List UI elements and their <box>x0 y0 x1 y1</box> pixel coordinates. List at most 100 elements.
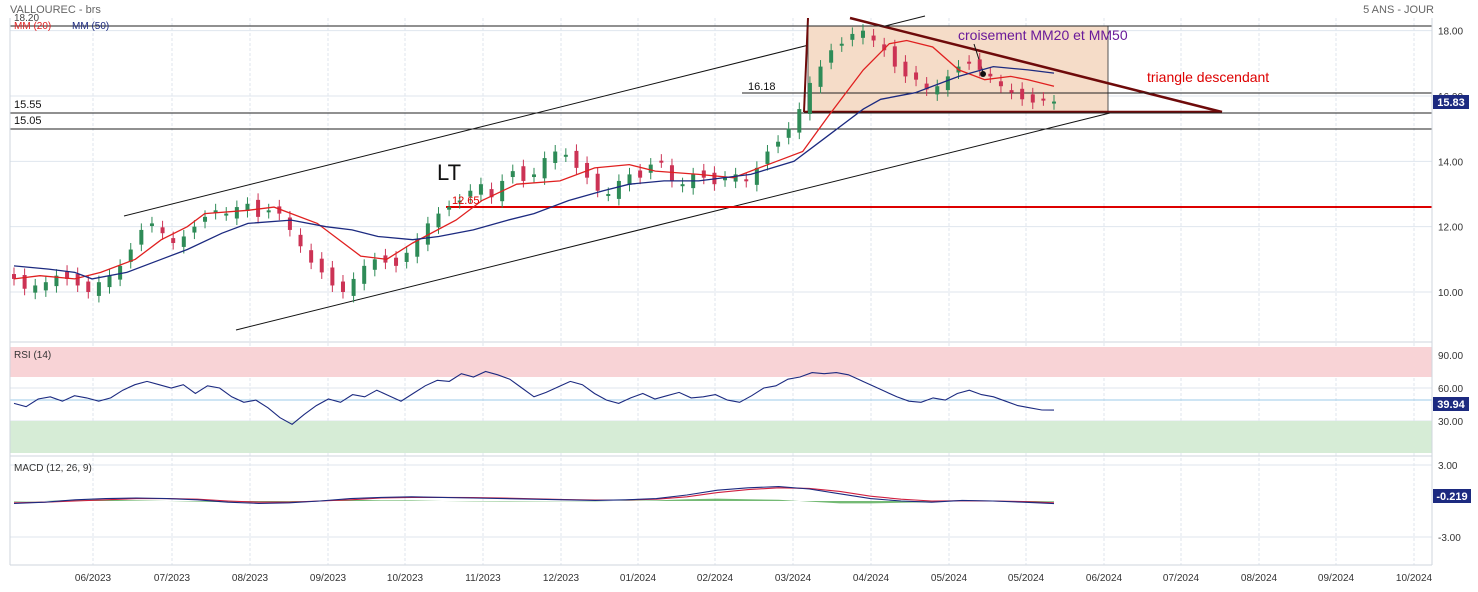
x-tick-label: 07/2024 <box>1163 573 1200 584</box>
x-tick-label: 05/2024 <box>1008 573 1045 584</box>
rsi-tick-label: 60.00 <box>1438 384 1463 395</box>
candle-body <box>532 174 536 178</box>
candle-body <box>319 258 324 273</box>
macd-panel <box>13 486 1055 505</box>
candle-body <box>1020 88 1025 100</box>
triangle-annotation: triangle descendant <box>1147 69 1269 85</box>
candle-body <box>404 252 409 262</box>
candle-body <box>574 150 579 168</box>
candle-body <box>860 30 865 38</box>
candle-body <box>192 226 197 233</box>
candle-body <box>266 210 271 213</box>
ma20-legend: MM (20) <box>14 21 51 32</box>
lt-label: LT <box>437 160 461 185</box>
candle-body <box>96 282 101 296</box>
x-tick-label: 03/2024 <box>775 573 812 584</box>
candle-body <box>1030 94 1035 103</box>
x-tick-label: 07/2023 <box>154 573 191 584</box>
rsi-overbought-band <box>10 347 1432 377</box>
x-tick-label: 06/2024 <box>1086 573 1123 584</box>
level-1618-label: 16.18 <box>748 81 776 93</box>
candle-body <box>1052 101 1056 104</box>
candle-body <box>298 234 303 247</box>
candle-body <box>1041 98 1046 101</box>
x-tick-label: 11/2023 <box>465 573 501 584</box>
candle-body <box>1009 90 1014 93</box>
rsi-tick-label: 90.00 <box>1438 351 1463 362</box>
candle-body <box>935 86 940 95</box>
x-tick-label: 08/2024 <box>1241 573 1278 584</box>
candle-body <box>510 171 515 178</box>
candle-body <box>351 278 356 296</box>
candle-body <box>478 184 483 195</box>
rsi-badge-value: 39.94 <box>1437 399 1465 411</box>
candle-body <box>871 35 876 41</box>
candle-body <box>563 154 568 157</box>
x-tick-label: 10/2023 <box>387 573 424 584</box>
level-1555-label: 15.55 <box>14 99 42 111</box>
candle-body <box>595 173 600 191</box>
candle-body <box>224 213 229 216</box>
rsi-tick-label: 30.00 <box>1438 417 1463 428</box>
candle-body <box>75 274 80 286</box>
candle-body <box>139 229 144 245</box>
candle-body <box>616 180 621 199</box>
candle-body <box>776 141 781 147</box>
candle-body <box>149 223 154 227</box>
candle-body <box>786 128 791 138</box>
candle-body <box>807 82 812 114</box>
candle-body <box>765 151 770 164</box>
candle-body <box>309 250 314 263</box>
candle-body <box>415 239 420 257</box>
candle-body <box>181 236 186 247</box>
candle-body <box>362 265 367 284</box>
macd-tick-label: 3.00 <box>1438 461 1458 472</box>
x-tick-label: 08/2023 <box>232 573 269 584</box>
candle-body <box>701 170 706 178</box>
level-1265-label: 12.65 <box>452 195 480 207</box>
candle-body <box>648 164 653 173</box>
rsi-oversold-band <box>10 421 1432 453</box>
candle-body <box>903 61 908 77</box>
candle-body <box>234 207 239 219</box>
x-tick-label: 09/2023 <box>310 573 347 584</box>
x-tick-label: 06/2023 <box>75 573 112 584</box>
candle-body <box>33 285 38 293</box>
cross-annotation: croisement MM20 et MM50 <box>958 27 1128 43</box>
triangle-left-edge <box>803 17 809 113</box>
rsi-title: RSI (14) <box>14 350 51 361</box>
candle-body <box>447 207 452 210</box>
candle-body <box>340 281 345 292</box>
candle-body <box>967 61 972 64</box>
macd-tick-label: -3.00 <box>1438 533 1461 544</box>
price-tick-label: 10.00 <box>1438 288 1463 299</box>
candle-body <box>998 81 1003 87</box>
x-tick-label: 04/2024 <box>853 573 890 584</box>
cross-point <box>980 71 986 77</box>
price-tick-label: 14.00 <box>1438 157 1463 168</box>
last-price-value: 15.83 <box>1437 97 1465 109</box>
ma50-legend: MM (50) <box>72 21 109 32</box>
candle-body <box>892 46 897 67</box>
rsi-line <box>13 370 1055 425</box>
x-tick-label: 10/2024 <box>1396 573 1433 584</box>
price-levels <box>10 25 1432 208</box>
candle-body <box>86 281 91 292</box>
rsi-panel <box>13 370 1055 425</box>
candle-body <box>43 282 48 291</box>
x-tick-label: 09/2024 <box>1318 573 1355 584</box>
candle-body <box>330 267 335 286</box>
candle-body <box>372 259 377 270</box>
candle-body <box>945 76 950 91</box>
channel-lower-line <box>235 112 1111 331</box>
candle-body <box>988 73 993 77</box>
candle-body <box>914 72 919 80</box>
candle-body <box>680 184 685 187</box>
candle-body <box>659 160 664 163</box>
candle-body <box>818 66 823 87</box>
channel-upper-line <box>123 15 926 217</box>
candle-body <box>606 194 611 196</box>
candle-body <box>394 257 399 266</box>
candle-body <box>171 238 176 243</box>
candle-body <box>542 158 547 179</box>
